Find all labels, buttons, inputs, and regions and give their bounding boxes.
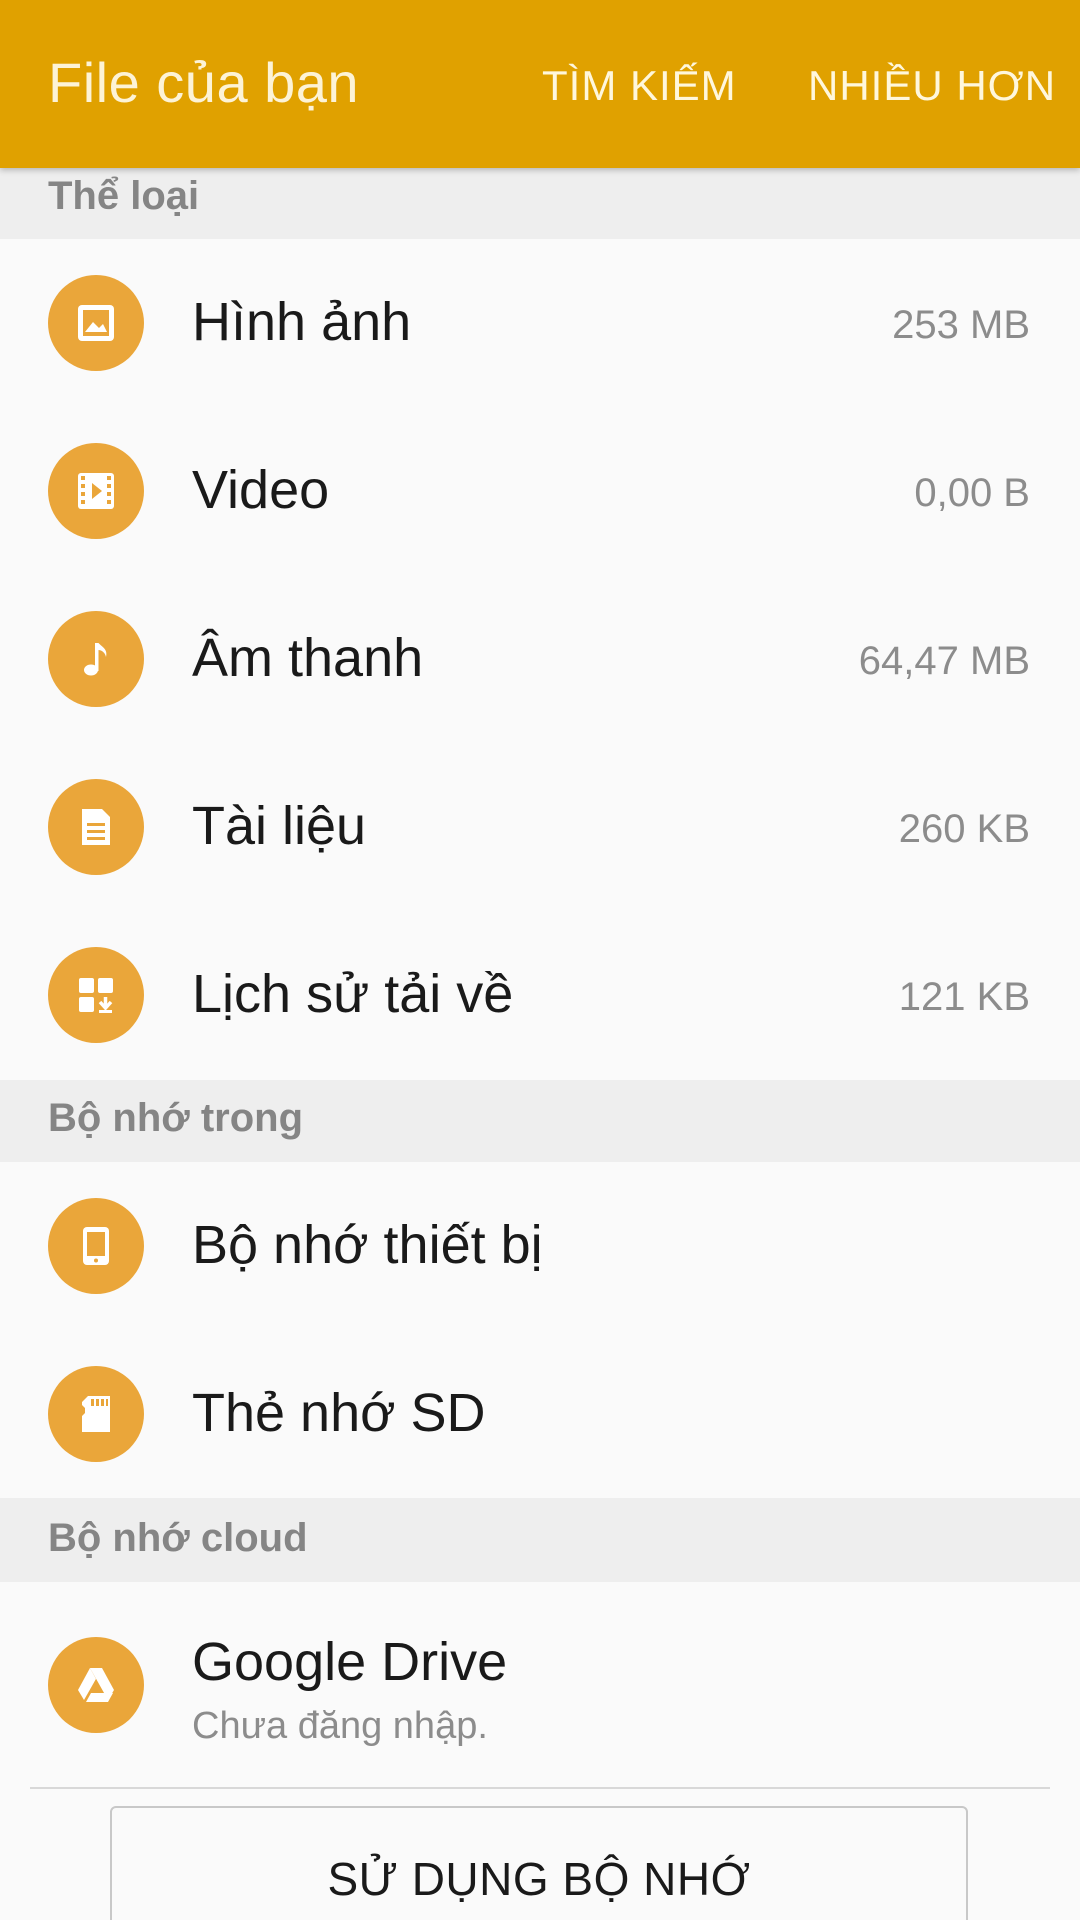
section-header-categories: Thể loại [0,168,1080,239]
category-label: Tài liệu [192,796,367,856]
category-row-audio[interactable]: Âm thanh 64,47 MB [0,575,1080,743]
device-icon [48,1198,144,1294]
my-files-screen: File của bạn TÌM KIẾM NHIỀU HƠN Thể loại… [0,0,1080,1920]
sd-card-icon [48,1366,144,1462]
cloud-status: Chưa đăng nhập. [192,1705,488,1747]
category-row-video[interactable]: Video 0,00 B [0,407,1080,575]
section-header-cloud-storage: Bộ nhớ cloud [0,1498,1080,1582]
more-button[interactable]: NHIỀU HƠN [808,62,1056,110]
category-row-downloads[interactable]: Lịch sử tải về 121 KB [0,911,1080,1079]
category-label: Âm thanh [192,628,424,688]
storage-row-sd-card[interactable]: Thẻ nhớ SD [0,1330,1080,1498]
section-header-label: Bộ nhớ trong [48,1096,304,1140]
section-header-internal-storage: Bộ nhớ trong [0,1080,1080,1162]
storage-label: Thẻ nhớ SD [192,1383,486,1443]
download-history-icon [48,947,144,1043]
storage-usage-button-label: SỬ DỤNG BỘ NHỚ [327,1853,751,1905]
storage-usage-button[interactable]: SỬ DỤNG BỘ NHỚ [110,1806,968,1920]
cloud-label: Google Drive [192,1632,508,1692]
google-drive-icon [48,1637,144,1733]
section-header-label: Bộ nhớ cloud [48,1516,308,1560]
category-size: 253 MB [892,303,1030,347]
music-note-icon [48,611,144,707]
cloud-row-google-drive[interactable]: Google Drive Chưa đăng nhập. [0,1601,1080,1769]
category-size: 260 KB [898,807,1030,851]
storage-label: Bộ nhớ thiết bị [192,1215,543,1275]
storage-row-device[interactable]: Bộ nhớ thiết bị [0,1162,1080,1330]
divider [30,1787,1050,1789]
video-icon [48,443,144,539]
category-size: 0,00 B [914,471,1030,515]
category-label: Lịch sử tải về [192,964,514,1024]
search-button[interactable]: TÌM KIẾM [542,62,737,110]
app-bar: File của bạn TÌM KIẾM NHIỀU HƠN [0,0,1080,168]
category-label: Video [192,460,330,520]
category-row-images[interactable]: Hình ảnh 253 MB [0,239,1080,407]
category-row-documents[interactable]: Tài liệu 260 KB [0,743,1080,911]
category-label: Hình ảnh [192,292,412,352]
image-icon [48,275,144,371]
category-size: 64,47 MB [858,639,1030,683]
section-header-label: Thể loại [48,174,200,218]
document-icon [48,779,144,875]
app-title: File của bạn [48,51,360,114]
category-size: 121 KB [898,975,1030,1019]
